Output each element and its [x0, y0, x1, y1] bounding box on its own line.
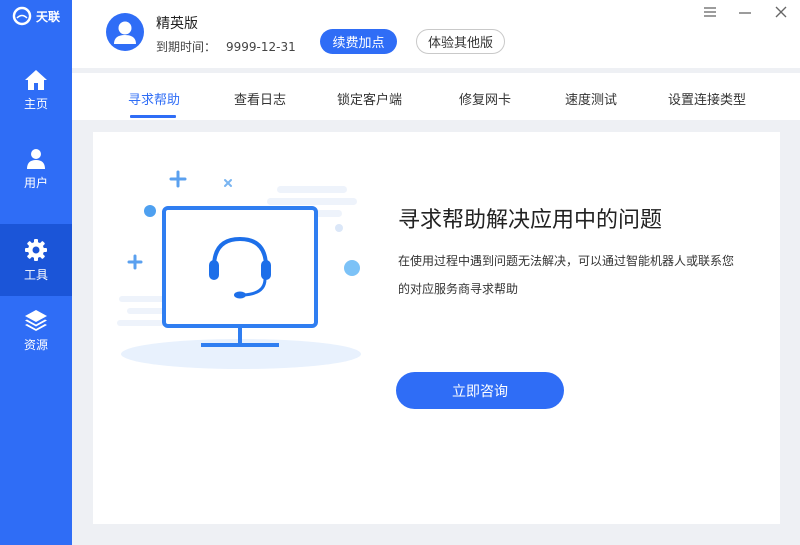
app-logo: 天联: [12, 6, 60, 26]
tab-speed-test[interactable]: 速度测试: [565, 89, 617, 108]
tool-tabs: 寻求帮助 查看日志 锁定客户端 修复网卡 速度测试 设置连接类型: [72, 73, 800, 120]
app-name: 天联: [36, 9, 61, 24]
sidebar-item-user[interactable]: 用户: [0, 133, 72, 205]
swirl-logo-icon: [12, 6, 32, 26]
home-icon: [25, 69, 47, 90]
sidebar-item-resources[interactable]: 资源: [0, 294, 72, 366]
layers-icon: [25, 309, 47, 331]
sidebar: 天联 主页 用户 工具 资源: [0, 0, 72, 545]
sidebar-item-home[interactable]: 主页: [0, 54, 72, 126]
avatar[interactable]: [106, 13, 144, 51]
expiry-label: 到期时间：: [156, 40, 217, 54]
consult-now-button[interactable]: 立即咨询: [396, 372, 564, 409]
renew-button[interactable]: 续费加点: [320, 29, 397, 54]
tab-lock-client[interactable]: 锁定客户端: [337, 89, 402, 108]
active-tab-indicator: [130, 115, 176, 118]
try-other-edition-button[interactable]: 体验其他版: [416, 29, 505, 54]
tab-seek-help[interactable]: 寻求帮助: [128, 89, 180, 108]
tab-repair-nic[interactable]: 修复网卡: [459, 89, 511, 108]
help-headline: 寻求帮助解决应用中的问题: [398, 208, 663, 233]
sidebar-item-tools[interactable]: 工具: [0, 224, 72, 296]
menu-icon[interactable]: [702, 4, 718, 20]
expiry-info: 到期时间： 9999-12-31: [156, 38, 296, 55]
sidebar-item-label: 资源: [23, 337, 48, 352]
sidebar-item-label: 工具: [23, 267, 48, 282]
close-icon[interactable]: [773, 4, 789, 20]
sidebar-item-label: 主页: [23, 96, 48, 111]
minimize-icon[interactable]: [737, 4, 753, 20]
user-avatar-icon: [114, 21, 136, 44]
tab-view-logs[interactable]: 查看日志: [234, 89, 286, 108]
edition-name: 精英版: [156, 16, 198, 32]
header: 精英版 到期时间： 9999-12-31 续费加点 体验其他版: [72, 0, 800, 68]
headset-monitor-icon: [117, 170, 361, 369]
help-panel: 寻求帮助解决应用中的问题 在使用过程中遇到问题无法解决，可以通过智能机器人或联系…: [93, 132, 780, 524]
sidebar-item-label: 用户: [23, 175, 48, 190]
tab-connection-type[interactable]: 设置连接类型: [668, 89, 746, 108]
user-icon: [27, 148, 45, 169]
expiry-value: 9999-12-31: [226, 40, 296, 54]
gear-icon: [25, 238, 47, 261]
help-description: 在使用过程中遇到问题无法解决，可以通过智能机器人或联系您的对应服务商寻求帮助: [398, 254, 735, 296]
